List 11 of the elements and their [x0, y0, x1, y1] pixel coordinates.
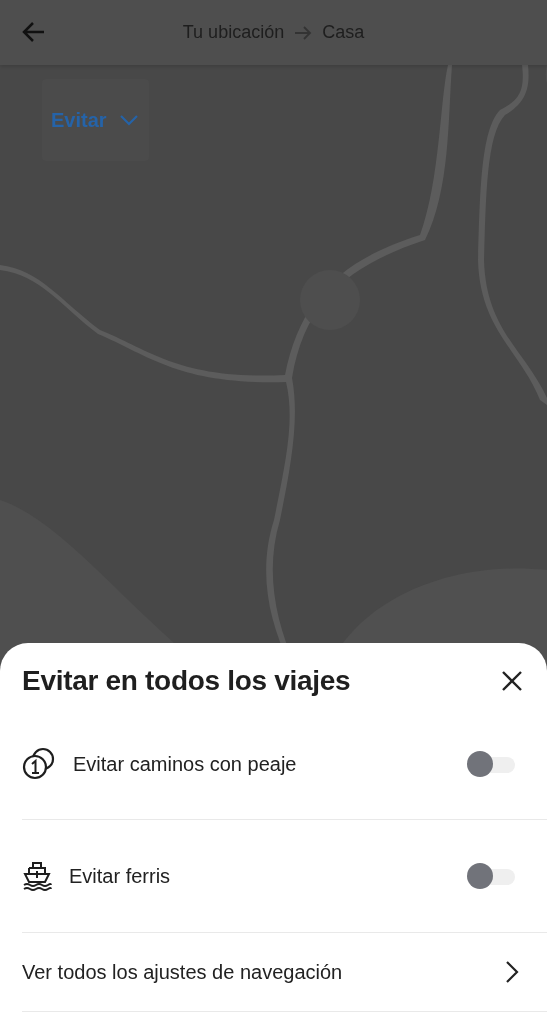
sheet-title: Evitar en todos los viajes: [22, 663, 351, 698]
settings-link[interactable]: Ver todos los ajustes de navegación: [22, 933, 547, 1012]
ferry-icon: [22, 861, 52, 891]
toggle-switch[interactable]: [467, 750, 517, 777]
chevron-right-icon: [505, 960, 519, 984]
option-label: Evitar caminos con peaje: [73, 751, 298, 777]
chevron-down-icon: [118, 114, 139, 126]
option-label: Evitar ferris: [69, 864, 172, 889]
coins-icon: [22, 746, 56, 781]
toggle-switch[interactable]: [467, 863, 517, 889]
arrow-icon: [294, 24, 313, 41]
